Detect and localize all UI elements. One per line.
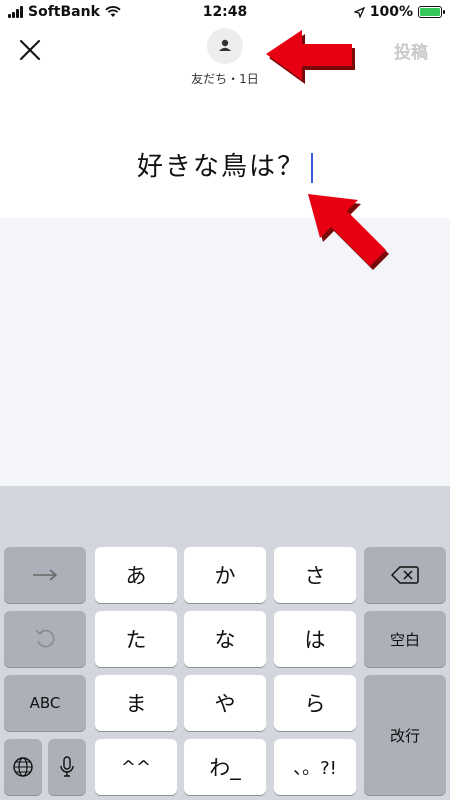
mic-key[interactable] (48, 739, 86, 795)
microphone-icon (60, 756, 74, 777)
kana-key[interactable]: さ (274, 547, 356, 603)
return-key[interactable]: 改行 (364, 675, 446, 795)
globe-key[interactable] (4, 739, 42, 795)
backspace-icon (391, 566, 419, 584)
arrow-left-icon (266, 30, 355, 84)
text-caret (311, 152, 313, 183)
status-bar: SoftBank 12:48 100% (0, 0, 450, 26)
arrow-right-icon (33, 569, 58, 581)
kana-key[interactable]: た (95, 611, 177, 667)
kana-key[interactable]: は (274, 611, 356, 667)
audience-selector[interactable]: 友だち・1日 (189, 28, 261, 87)
compose-text-line[interactable]: 好きな鳥は？ (0, 146, 450, 183)
kana-key[interactable]: や (184, 675, 266, 731)
undo-key[interactable] (4, 611, 86, 667)
kana-key[interactable]: ^^ (95, 739, 177, 795)
audience-label: 友だち・1日 (191, 72, 259, 86)
battery-percent: 100% (369, 4, 413, 20)
close-icon[interactable] (18, 38, 42, 62)
abc-key[interactable]: ABC (4, 675, 86, 731)
kana-key[interactable]: な (184, 611, 266, 667)
person-icon (207, 28, 243, 64)
space-key[interactable]: 空白 (364, 611, 446, 667)
kana-key[interactable]: わ_ (184, 739, 266, 795)
globe-icon (13, 757, 33, 777)
compose-text: 好きな鳥は？ (136, 152, 305, 182)
kana-key[interactable]: ま (95, 675, 177, 731)
kana-key[interactable]: か (184, 547, 266, 603)
undo-icon (35, 629, 55, 648)
delete-key[interactable] (364, 547, 446, 603)
kana-key[interactable]: 、。?! (274, 739, 356, 795)
post-button[interactable]: 投稿 (394, 38, 428, 63)
arrow-up-left-icon (308, 194, 389, 270)
keyboard: ABC あ か さ た な は ま や ら ^^ わ_ 、。?! 空白 改行 (0, 486, 450, 800)
status-right: 100% (353, 4, 445, 20)
battery-icon (418, 6, 445, 18)
kana-key[interactable]: ら (274, 675, 356, 731)
kana-key[interactable]: あ (95, 547, 177, 603)
location-icon (353, 6, 365, 18)
arrow-right-key[interactable] (4, 547, 86, 603)
